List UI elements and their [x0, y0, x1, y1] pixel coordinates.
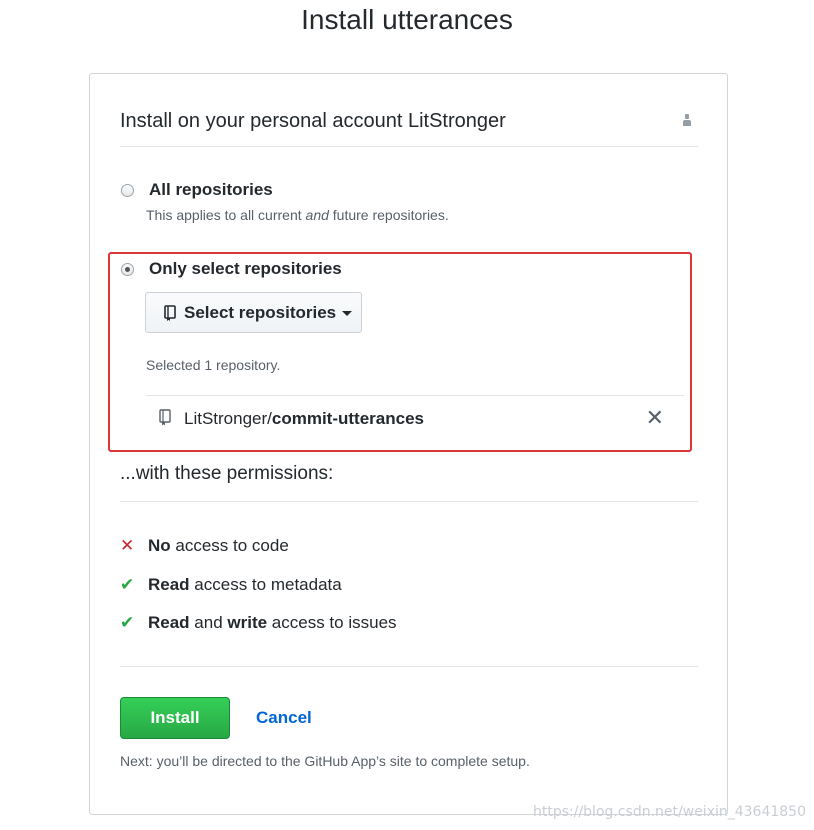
watermark: https://blog.csdn.net/weixin_43641850: [532, 804, 806, 820]
only-select-label[interactable]: Only select repositories: [149, 259, 342, 279]
permission-item-code: ✕ No access to code: [120, 536, 289, 555]
repo-icon: [164, 304, 176, 321]
all-repositories-radio[interactable]: [121, 184, 134, 197]
check-icon: ✔: [120, 613, 135, 632]
select-repositories-label: Select repositories: [184, 302, 337, 322]
all-repositories-note: This applies to all current and future r…: [146, 207, 449, 223]
permission-item-issues: ✔ Read and write access to issues: [120, 613, 397, 632]
account-title: Install on your personal account LitStro…: [120, 110, 506, 132]
page-title: Install utterances: [301, 4, 513, 35]
install-card: Install on your personal account LitStro…: [89, 73, 728, 815]
divider: [120, 666, 698, 667]
next-step-note: Next: you’ll be directed to the GitHub A…: [120, 753, 530, 769]
check-icon: ✔: [120, 575, 135, 594]
caret-down-icon: [342, 311, 353, 316]
remove-repo-icon[interactable]: ✕: [646, 407, 664, 429]
only-select-radio[interactable]: [121, 263, 134, 276]
permissions-heading: ...with these permissions:: [120, 463, 698, 502]
account-header: Install on your personal account LitStro…: [120, 101, 698, 147]
cancel-link[interactable]: Cancel: [256, 708, 312, 728]
install-button[interactable]: Install: [120, 697, 230, 739]
select-repositories-button[interactable]: Select repositories: [145, 292, 362, 333]
all-repositories-label[interactable]: All repositories: [149, 180, 273, 200]
selected-count: Selected 1 repository.: [146, 357, 281, 373]
repo-icon: [159, 409, 171, 431]
permission-item-metadata: ✔ Read access to metadata: [120, 575, 342, 594]
selected-repo-row: LitStronger/commit-utterances ✕: [146, 395, 684, 438]
repo-full-name: LitStronger/commit-utterances: [184, 409, 424, 428]
x-icon: ✕: [120, 536, 135, 555]
person-icon: [682, 113, 692, 131]
